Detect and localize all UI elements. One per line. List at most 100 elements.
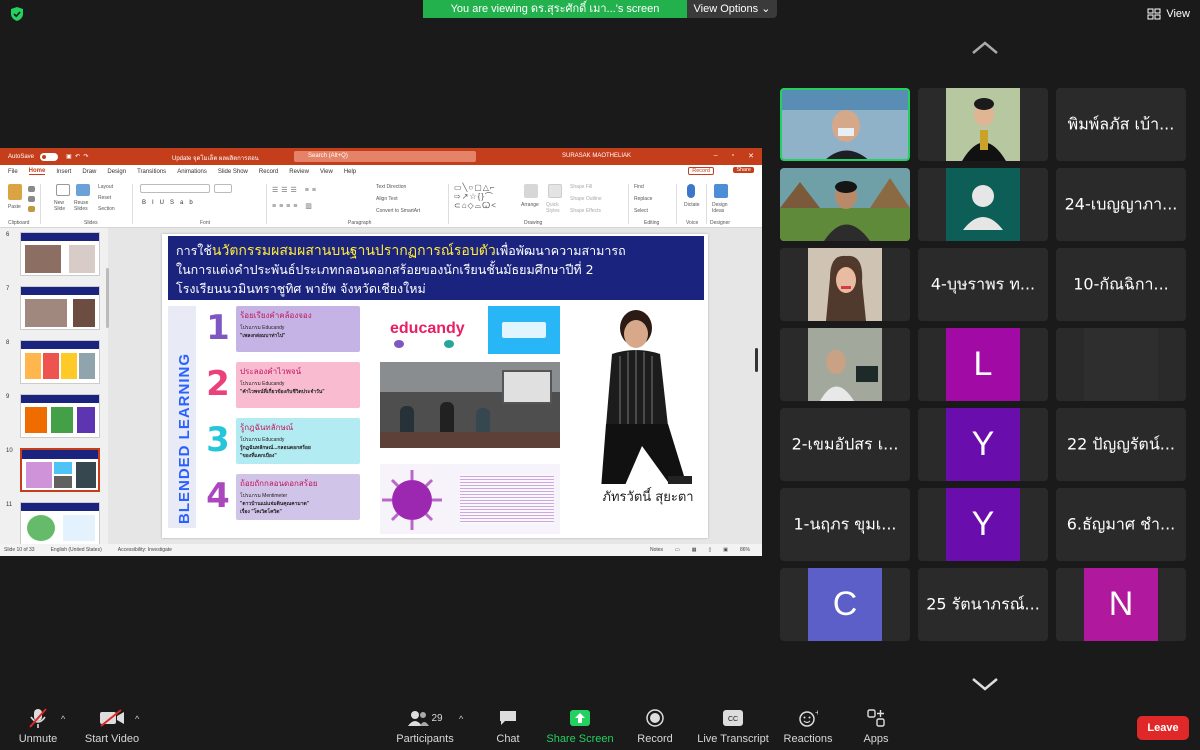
- chevron-down-icon[interactable]: [970, 676, 1000, 692]
- paragraph-list-buttons[interactable]: ☰☰☰ ≡≡: [272, 186, 319, 194]
- participant-tile[interactable]: Y: [918, 488, 1048, 561]
- undo-icon[interactable]: ↶: [75, 153, 80, 160]
- ppt-menu-insert[interactable]: Insert: [56, 169, 71, 175]
- convert-smartart-button[interactable]: Convert to SmartArt: [376, 208, 420, 214]
- cut-icon[interactable]: [28, 186, 35, 192]
- reading-view-icon[interactable]: ▯: [708, 547, 711, 553]
- slide-thumbnail[interactable]: 11: [4, 502, 100, 548]
- participant-tile[interactable]: [780, 248, 910, 321]
- ppt-menu-animations[interactable]: Animations: [177, 169, 207, 175]
- slide-thumbnail[interactable]: 6: [4, 232, 100, 278]
- slide-thumbnail[interactable]: 9: [4, 394, 100, 440]
- current-slide[interactable]: การใช้นวัตกรรมผสมผสานบนฐานปรากฏการณ์รอบต…: [162, 234, 708, 538]
- ppt-menu-draw[interactable]: Draw: [82, 169, 96, 175]
- find-button[interactable]: Find: [634, 184, 644, 190]
- font-format-buttons[interactable]: BIUSab: [142, 200, 199, 206]
- participant-tile[interactable]: Y: [918, 408, 1048, 481]
- notes-button[interactable]: Notes: [650, 547, 663, 553]
- ppt-menu-design[interactable]: Design: [107, 169, 126, 175]
- participant-tile[interactable]: [1056, 328, 1186, 401]
- microphone-icon[interactable]: [687, 184, 695, 198]
- select-button[interactable]: Select: [634, 208, 648, 214]
- ppt-search-box[interactable]: Search (Alt+Q): [294, 151, 476, 162]
- slide-thumbnail[interactable]: 8: [4, 340, 100, 386]
- ppt-menu-help[interactable]: Help: [344, 169, 356, 175]
- redo-icon[interactable]: ↷: [83, 153, 88, 160]
- minimize-icon[interactable]: –: [714, 152, 718, 160]
- chat-button[interactable]: Chat: [490, 704, 526, 750]
- autosave-toggle[interactable]: [40, 152, 59, 161]
- ppt-menu-view[interactable]: View: [320, 169, 333, 175]
- design-ideas-icon[interactable]: [714, 184, 728, 198]
- participant-tile[interactable]: 22 ปัญญรัตน์...: [1056, 408, 1186, 481]
- participant-tile[interactable]: [780, 168, 910, 241]
- view-button[interactable]: View: [1147, 5, 1190, 23]
- reuse-slides-icon[interactable]: [76, 184, 90, 196]
- view-options-button[interactable]: View Options ⌄: [687, 0, 777, 18]
- ppt-menu-transitions[interactable]: Transitions: [137, 169, 166, 175]
- new-slide-icon[interactable]: [56, 184, 70, 196]
- slide-scrollbar[interactable]: [752, 228, 762, 544]
- slide-sorter-icon[interactable]: ▦: [692, 547, 697, 553]
- format-painter-icon[interactable]: [28, 206, 35, 212]
- chevron-up-icon[interactable]: [970, 40, 1000, 56]
- thumbnail-scrollbar[interactable]: [106, 268, 109, 328]
- participant-tile[interactable]: [780, 328, 910, 401]
- apps-button[interactable]: Apps: [858, 704, 894, 750]
- ppt-menu-home[interactable]: Home: [28, 168, 46, 175]
- shape-effects-button[interactable]: Shape Effects: [570, 208, 601, 214]
- font-size-dropdown[interactable]: [214, 184, 232, 193]
- section-button[interactable]: Section: [98, 206, 115, 212]
- participant-tile[interactable]: 6.ธัญมาศ ชำ...: [1056, 488, 1186, 561]
- replace-button[interactable]: Replace: [634, 196, 652, 202]
- font-name-dropdown[interactable]: [140, 184, 210, 193]
- slideshow-icon[interactable]: ▣: [723, 547, 728, 553]
- participant-tile[interactable]: 25 รัตนาภรณ์...: [918, 568, 1048, 641]
- close-icon[interactable]: ✕: [748, 152, 754, 160]
- reactions-button[interactable]: + Reactions: [782, 704, 834, 750]
- participant-tile[interactable]: 24-เบญญาภา...: [1056, 168, 1186, 241]
- save-icon[interactable]: ▣: [66, 153, 72, 160]
- ppt-user-name[interactable]: SURASAK MAOTHELIAK: [562, 153, 631, 159]
- language-status[interactable]: English (United States): [51, 547, 102, 553]
- text-direction-button[interactable]: Text Direction: [376, 184, 406, 190]
- participants-options-chevron-icon[interactable]: ^: [459, 714, 463, 724]
- layout-button[interactable]: Layout: [98, 184, 113, 190]
- participant-tile[interactable]: L: [918, 328, 1048, 401]
- normal-view-icon[interactable]: ▭: [675, 547, 680, 553]
- arrange-icon[interactable]: [524, 184, 538, 198]
- slide-thumbnail-selected[interactable]: 10: [4, 448, 100, 494]
- participant-tile[interactable]: 2-เขมอัปสร เ...: [780, 408, 910, 481]
- ppt-menu-review[interactable]: Review: [289, 169, 309, 175]
- paragraph-align-buttons[interactable]: ≡≡≡≡ ▥: [272, 202, 315, 210]
- audio-options-chevron-icon[interactable]: ^: [61, 714, 65, 724]
- leave-button[interactable]: Leave: [1137, 716, 1189, 740]
- quick-styles-icon[interactable]: [548, 184, 562, 198]
- unmute-button[interactable]: Unmute: [12, 704, 64, 750]
- participant-tile[interactable]: C: [780, 568, 910, 641]
- ppt-menu-slide-show[interactable]: Slide Show: [218, 169, 248, 175]
- copy-icon[interactable]: [28, 196, 35, 202]
- share-screen-button[interactable]: Share Screen: [546, 704, 614, 750]
- paste-icon[interactable]: [8, 184, 22, 200]
- participant-tile[interactable]: 10-กัณฉิกา...: [1056, 248, 1186, 321]
- participant-tile[interactable]: [780, 88, 910, 161]
- record-button[interactable]: Record: [634, 704, 676, 750]
- accessibility-status[interactable]: Accessibility: Investigate: [118, 547, 172, 553]
- security-shield-icon[interactable]: [9, 6, 25, 22]
- participant-tile[interactable]: 4-บุษราพร ท...: [918, 248, 1048, 321]
- ppt-share-button[interactable]: Share: [733, 167, 754, 173]
- participant-tile[interactable]: 1-นฤภร ขุมเ...: [780, 488, 910, 561]
- zoom-level[interactable]: 86%: [740, 547, 750, 553]
- shapes-gallery[interactable]: ▭╲○▢△⌐ ⇨↗☆{}⌒ ⊂⌂◇⌓Ꞷ<: [454, 183, 516, 210]
- ppt-menu-record[interactable]: Record: [259, 169, 278, 175]
- participant-tile[interactable]: [918, 168, 1048, 241]
- shape-outline-button[interactable]: Shape Outline: [570, 196, 602, 202]
- reset-button[interactable]: Reset: [98, 195, 111, 201]
- participants-button[interactable]: 29 Participants: [394, 704, 456, 750]
- participant-tile[interactable]: [918, 88, 1048, 161]
- ppt-menu-file[interactable]: File: [8, 169, 18, 175]
- slide-thumbnail[interactable]: 7: [4, 286, 100, 332]
- live-transcript-button[interactable]: CC Live Transcript: [694, 704, 772, 750]
- maximize-icon[interactable]: ▫: [732, 152, 734, 160]
